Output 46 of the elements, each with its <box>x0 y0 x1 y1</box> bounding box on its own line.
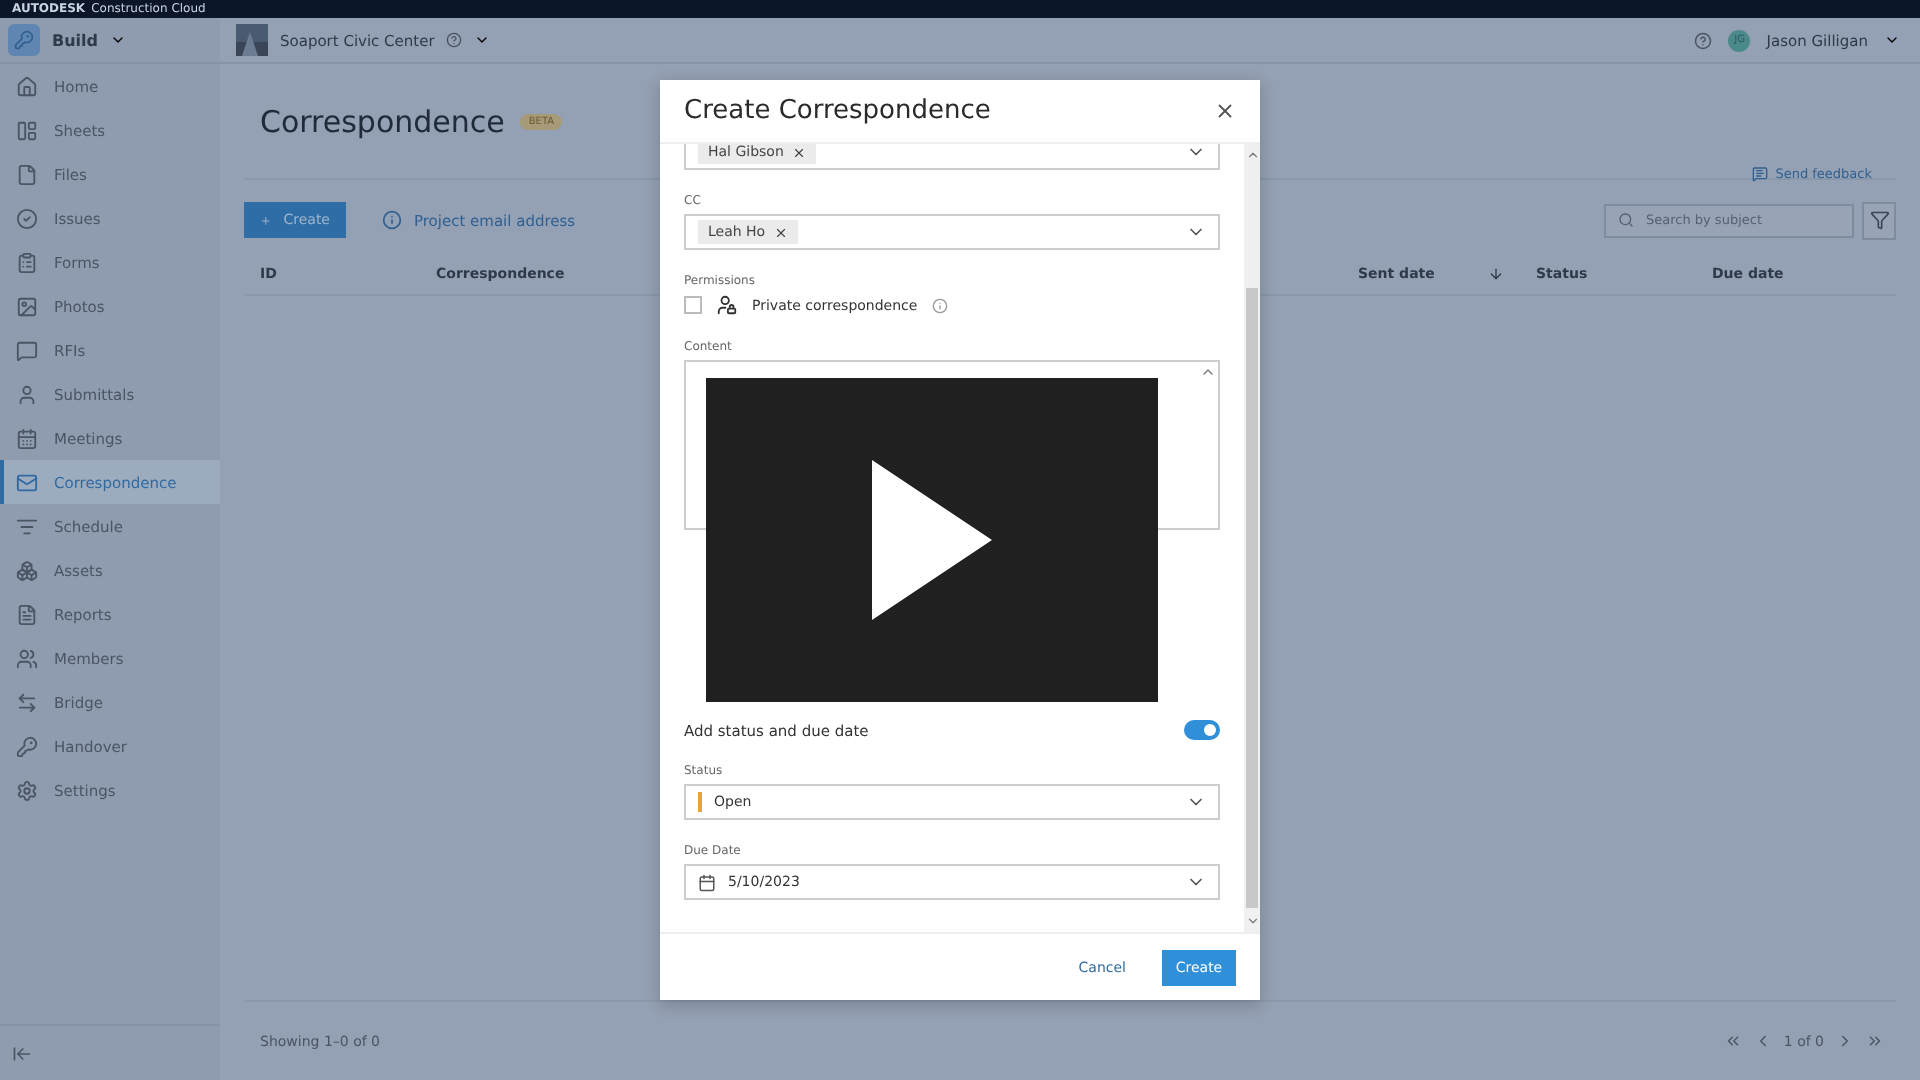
sheet-icon <box>16 119 38 141</box>
first-page-button[interactable] <box>1723 1032 1742 1050</box>
envelope-icon <box>16 471 38 493</box>
scroll-up-icon[interactable] <box>1245 148 1259 162</box>
clipboard-icon <box>16 251 38 273</box>
collapse-icon[interactable] <box>12 1043 32 1063</box>
next-page-button[interactable] <box>1836 1032 1854 1050</box>
document-icon <box>16 603 38 625</box>
people-icon <box>16 647 38 669</box>
image-icon <box>16 295 38 317</box>
person-lock-icon <box>716 294 738 316</box>
calendar-icon <box>16 427 38 449</box>
remove-icon[interactable] <box>791 145 806 159</box>
scroll-down-icon[interactable] <box>1245 914 1259 928</box>
filter-icon <box>1869 210 1889 230</box>
house-icon <box>16 75 38 97</box>
close-button[interactable] <box>1214 100 1236 122</box>
lines-icon <box>16 515 38 537</box>
dialog-title: Create Correspondence <box>684 96 991 126</box>
chat-bubble-icon <box>16 339 38 361</box>
feedback-icon <box>1751 166 1768 182</box>
checkbox[interactable] <box>684 296 702 314</box>
file-icon <box>16 163 38 185</box>
caret-icon[interactable] <box>1884 32 1900 48</box>
play-icon[interactable] <box>872 460 992 620</box>
person-icon <box>16 383 38 405</box>
plus-icon <box>260 211 272 229</box>
page-title: Correspondence <box>260 103 505 139</box>
arrows-icon <box>16 691 38 713</box>
caret-icon[interactable] <box>110 32 127 48</box>
search-icon <box>1618 212 1634 228</box>
help-icon[interactable] <box>1694 31 1713 49</box>
key-icon <box>16 735 38 757</box>
calendar-icon <box>698 873 716 891</box>
scroll-up-icon <box>1200 364 1216 380</box>
remove-icon[interactable] <box>773 225 788 239</box>
info-icon[interactable] <box>931 297 948 313</box>
cubes-icon <box>16 559 38 581</box>
toggle-switch[interactable] <box>1184 720 1220 740</box>
last-page-button[interactable] <box>1866 1032 1884 1050</box>
module-selector[interactable]: Build <box>52 31 99 49</box>
filter-button[interactable] <box>1862 201 1896 239</box>
info-icon <box>382 210 402 230</box>
settings-icon <box>16 779 38 801</box>
caret-icon[interactable] <box>474 32 491 48</box>
check-circle-icon <box>16 207 38 229</box>
